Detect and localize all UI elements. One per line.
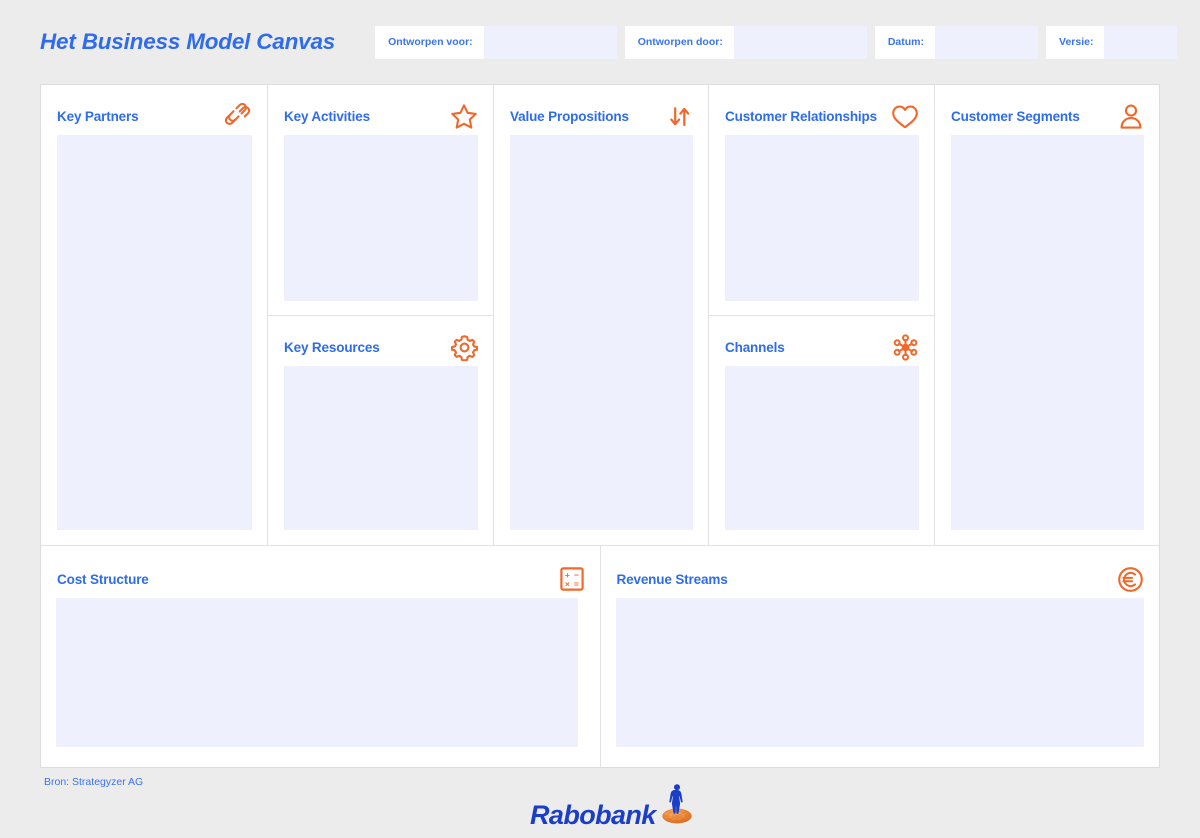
network-hub-icon [892, 334, 919, 361]
field-ontworpen-door[interactable]: Ontworpen door: [624, 25, 867, 59]
block-header-customer-segments: Customer Segments [935, 85, 1159, 131]
rabobank-wordmark: Rabobank [530, 800, 656, 830]
column-key-activities-resources: Key Activities Key Resources [268, 85, 494, 545]
block-content-cost-structure[interactable] [56, 598, 578, 747]
block-value-propositions: Value Propositions [494, 85, 708, 545]
block-header-customer-relationships: Customer Relationships [709, 85, 934, 131]
up-down-arrows-icon [666, 103, 693, 130]
rabobank-logo: Rabobank [530, 782, 694, 829]
column-customer-segments: Customer Segments [935, 85, 1159, 545]
block-key-partners: Key Partners [41, 85, 267, 545]
block-content-revenue-streams[interactable] [615, 598, 1144, 747]
field-datum[interactable]: Datum: [874, 25, 1039, 59]
block-title-key-activities: Key Activities [284, 109, 370, 124]
canvas-top-row: Key Partners Key Activities Key Resource… [41, 85, 1159, 546]
field-label-versie: Versie: [1046, 25, 1105, 59]
block-cost-structure: Cost Structure + − × = [41, 546, 601, 767]
field-label-ontworpen-door: Ontworpen door: [624, 25, 734, 59]
person-icon [1118, 103, 1144, 130]
block-content-key-activities[interactable] [284, 135, 478, 301]
block-header-channels: Channels [709, 316, 934, 362]
column-value-propositions: Value Propositions [494, 85, 709, 545]
block-title-cost-structure: Cost Structure [57, 571, 149, 587]
heart-icon [891, 104, 919, 130]
column-key-partners: Key Partners [41, 85, 268, 545]
block-header-revenue-streams: Revenue Streams [601, 546, 1160, 594]
block-title-customer-relationships: Customer Relationships [725, 109, 877, 124]
block-header-value-propositions: Value Propositions [494, 85, 708, 131]
block-content-value-propositions[interactable] [510, 135, 693, 530]
block-content-key-partners[interactable] [57, 135, 252, 530]
block-customer-segments: Customer Segments [935, 85, 1159, 545]
field-label-ontworpen-voor: Ontworpen voor: [375, 25, 484, 59]
block-channels: Channels [709, 316, 934, 545]
block-header-key-partners: Key Partners [41, 85, 267, 131]
header-meta-fields: Ontworpen voor: Ontworpen door: Datum: V… [375, 25, 1178, 59]
field-versie[interactable]: Versie: [1046, 25, 1178, 59]
block-header-cost-structure: Cost Structure + − × = [41, 546, 600, 594]
block-title-revenue-streams: Revenue Streams [616, 571, 728, 587]
block-header-key-activities: Key Activities [268, 85, 493, 131]
block-title-channels: Channels [725, 340, 785, 355]
svg-text:×: × [564, 579, 569, 589]
canvas-bottom-row: Cost Structure + − × = Revenue Streams [41, 546, 1159, 767]
canvas-header: Het Business Model Canvas Ontworpen voor… [22, 8, 1178, 76]
block-content-channels[interactable] [725, 366, 919, 530]
column-customer-relationships-channels: Customer Relationships Channels [709, 85, 935, 545]
business-model-canvas-page: Het Business Model Canvas Ontworpen voor… [0, 0, 1200, 838]
chain-link-icon [224, 102, 252, 130]
block-content-key-resources[interactable] [284, 366, 478, 530]
rabobank-figure-globe-icon [660, 782, 694, 831]
block-customer-relationships: Customer Relationships [709, 85, 934, 316]
source-note: Bron: Strategyzer AG [44, 776, 144, 788]
star-icon [450, 103, 478, 130]
page-title: Het Business Model Canvas [40, 29, 336, 54]
block-revenue-streams: Revenue Streams [601, 546, 1160, 767]
euro-circle-icon [1117, 566, 1144, 593]
canvas-grid: Key Partners Key Activities Key Resource… [40, 84, 1160, 768]
block-header-key-resources: Key Resources [268, 316, 493, 362]
input-ontworpen-voor[interactable] [483, 25, 617, 59]
gear-icon [450, 334, 479, 362]
block-title-key-partners: Key Partners [57, 109, 139, 124]
canvas-footer: Bron: Strategyzer AG Rabobank [40, 772, 1160, 832]
svg-text:=: = [573, 579, 578, 589]
field-label-datum: Datum: [874, 25, 936, 59]
block-title-value-propositions: Value Propositions [510, 109, 629, 124]
block-title-key-resources: Key Resources [284, 340, 380, 355]
block-key-activities: Key Activities [268, 85, 493, 316]
input-versie[interactable] [1104, 25, 1178, 59]
block-content-customer-segments[interactable] [951, 135, 1144, 530]
input-datum[interactable] [935, 25, 1039, 59]
block-key-resources: Key Resources [268, 316, 493, 545]
calculator-icon: + − × = [559, 566, 585, 592]
input-ontworpen-door[interactable] [733, 25, 867, 59]
block-title-customer-segments: Customer Segments [951, 109, 1080, 124]
field-ontworpen-voor[interactable]: Ontworpen voor: [375, 25, 617, 59]
block-content-customer-relationships[interactable] [725, 135, 919, 301]
